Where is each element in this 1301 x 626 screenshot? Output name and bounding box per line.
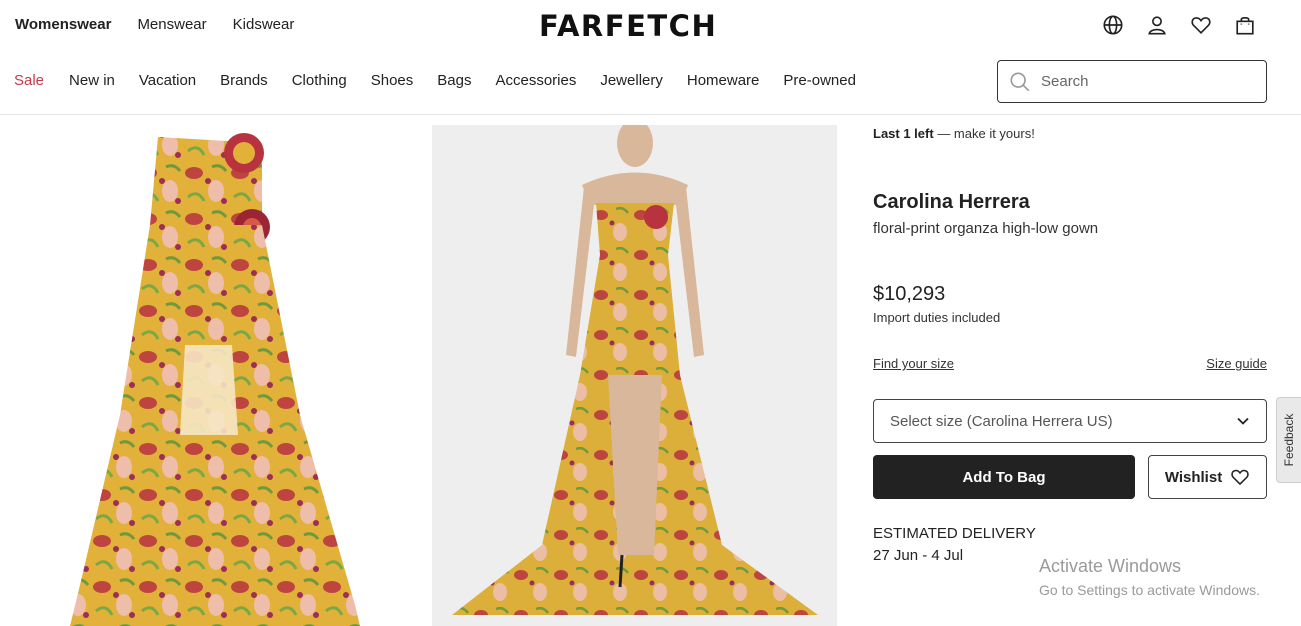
farfetch-logo[interactable]: FARFETCH xyxy=(539,9,717,43)
stock-count: Last 1 left xyxy=(873,126,934,141)
feedback-label: Feedback xyxy=(1282,413,1296,467)
stock-notice: Last 1 left — make it yours! xyxy=(873,126,1035,141)
nav-item-clothing[interactable]: Clothing xyxy=(292,72,347,89)
nav-item-pre-owned[interactable]: Pre-owned xyxy=(783,72,856,89)
wishlist-button[interactable]: Wishlist xyxy=(1148,455,1267,499)
nav-item-accessories[interactable]: Accessories xyxy=(495,72,576,89)
product-price: $10,293 xyxy=(873,283,946,305)
stock-message: — make it yours! xyxy=(937,126,1035,141)
product-image-model[interactable] xyxy=(432,125,837,626)
size-guide-link[interactable]: Size guide xyxy=(1206,356,1267,371)
nav-item-sale[interactable]: Sale xyxy=(14,72,44,89)
delivery-dates: 27 Jun - 4 Jul xyxy=(873,547,964,564)
brand-name[interactable]: Carolina Herrera xyxy=(873,191,1030,214)
nav-item-new-in[interactable]: New in xyxy=(69,72,115,89)
watermark-title: Activate Windows xyxy=(1039,556,1182,576)
product-info-panel: Last 1 left — make it yours! Carolina He… xyxy=(873,0,1267,626)
watermark-subtitle: Go to Settings to activate Windows. xyxy=(1039,582,1260,598)
duties-note: Import duties included xyxy=(873,310,1001,325)
category-nav: Sale New in Vacation Brands Clothing Sho… xyxy=(14,72,856,89)
size-select-value: Select size (Carolina Herrera US) xyxy=(890,412,1113,430)
product-image-packshot[interactable] xyxy=(0,115,425,626)
gender-tab-menswear[interactable]: Menswear xyxy=(137,16,206,33)
heart-icon xyxy=(1231,469,1249,486)
add-to-bag-button[interactable]: Add To Bag xyxy=(873,455,1135,499)
nav-item-homeware[interactable]: Homeware xyxy=(687,72,760,89)
nav-item-brands[interactable]: Brands xyxy=(220,72,268,89)
nav-item-vacation[interactable]: Vacation xyxy=(139,72,196,89)
gown-model-illustration xyxy=(452,125,818,615)
nav-item-jewellery[interactable]: Jewellery xyxy=(600,72,663,89)
wishlist-label: Wishlist xyxy=(1164,468,1223,486)
nav-item-bags[interactable]: Bags xyxy=(437,72,471,89)
windows-activation-watermark: Activate Windows Go to Settings to activ… xyxy=(1039,556,1260,598)
gender-tab-kidswear[interactable]: Kidswear xyxy=(233,16,295,33)
chevron-down-icon xyxy=(1237,417,1249,425)
gown-packshot-illustration xyxy=(70,133,360,626)
delivery-label: ESTIMATED DELIVERY xyxy=(873,525,1036,542)
size-select[interactable]: Select size (Carolina Herrera US) xyxy=(873,399,1267,443)
product-name: floral-print organza high-low gown xyxy=(873,220,1099,237)
feedback-tab[interactable]: Feedback xyxy=(1276,397,1301,483)
gender-nav: Womenswear Menswear Kidswear xyxy=(15,16,294,33)
gender-tab-womenswear[interactable]: Womenswear xyxy=(15,16,111,33)
nav-item-shoes[interactable]: Shoes xyxy=(371,72,414,89)
find-your-size-link[interactable]: Find your size xyxy=(873,356,954,371)
